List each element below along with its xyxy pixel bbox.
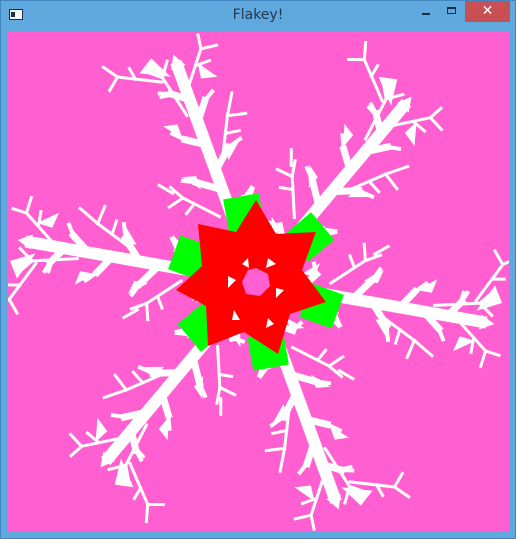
close-button[interactable]: ✕ [465,1,510,22]
maximize-icon [447,7,456,14]
minimize-icon [422,13,430,15]
close-icon: ✕ [481,3,494,19]
snowflake-canvas-area [8,31,509,532]
maximize-button[interactable] [439,1,465,22]
minimize-button[interactable] [413,1,439,22]
app-window: Flakey! ✕ [0,0,516,539]
snowflake-drawing [8,31,509,532]
title-bar[interactable]: Flakey! ✕ [1,1,515,31]
window-app-icon[interactable] [9,9,23,20]
